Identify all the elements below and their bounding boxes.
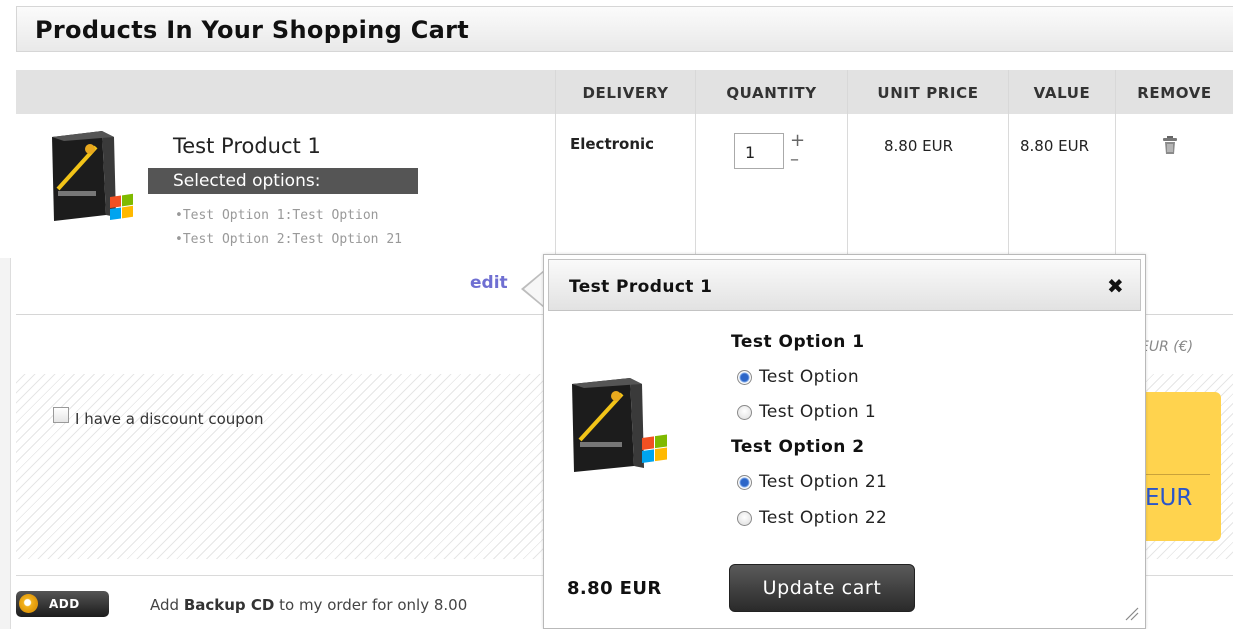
- cart-title-bar: Products In Your Shopping Cart: [16, 6, 1233, 52]
- line-value: 8.80 EUR: [1020, 137, 1090, 155]
- popup-product-image: [566, 376, 672, 480]
- column-header-remove: REMOVE: [1115, 70, 1233, 114]
- radio-label[interactable]: Test Option: [759, 367, 859, 387]
- selected-options-heading: Selected options:: [148, 168, 418, 194]
- unit-price: 8.80 EUR: [884, 137, 954, 155]
- page-edge: [0, 258, 11, 629]
- radio-unselected-icon[interactable]: [737, 405, 752, 420]
- addon-text-suffix: to my order for only 8.00: [274, 596, 468, 614]
- delivery-type: Electronic: [570, 135, 655, 153]
- selected-option-1: •Test Option 1:Test Option: [175, 208, 379, 223]
- edit-options-link[interactable]: edit: [470, 273, 508, 293]
- plus-circle-icon: [19, 594, 38, 613]
- page-title: Products In Your Shopping Cart: [35, 16, 470, 44]
- discount-coupon-checkbox[interactable]: [53, 407, 69, 423]
- column-header-delivery: DELIVERY: [555, 70, 695, 114]
- product-image: [44, 127, 142, 227]
- update-cart-button[interactable]: Update cart: [729, 564, 915, 612]
- popup-title: Test Product 1: [569, 277, 713, 297]
- cart-table-header: DELIVERY QUANTITY UNIT PRICE VALUE REMOV…: [16, 70, 1233, 114]
- add-button-label: ADD: [49, 597, 80, 611]
- radio-label[interactable]: Test Option 1: [759, 402, 876, 422]
- addon-text-prefix: Add: [150, 596, 184, 614]
- quantity-increase-button[interactable]: +: [790, 130, 805, 151]
- radio-selected-icon[interactable]: [737, 475, 752, 490]
- option-group-title-2: Test Option 2: [731, 437, 865, 457]
- add-backup-cd-button[interactable]: ADD: [16, 591, 109, 617]
- column-header-quantity: QUANTITY: [695, 70, 847, 114]
- popup-price: 8.80 EUR: [567, 578, 662, 599]
- popup-header: Test Product 1 ✖: [548, 259, 1141, 311]
- option-group-title-1: Test Option 1: [731, 332, 865, 352]
- currency-note: EUR (€): [1140, 339, 1194, 355]
- close-icon[interactable]: ✖: [1107, 274, 1124, 298]
- selected-option-2: •Test Option 2:Test Option 21: [175, 232, 402, 247]
- discount-coupon-label[interactable]: I have a discount coupon: [75, 410, 263, 428]
- addon-product-name: Backup CD: [183, 596, 275, 614]
- radio-unselected-icon[interactable]: [737, 511, 752, 526]
- order-total-amount: EUR: [1145, 485, 1193, 511]
- column-header-unit-price: UNIT PRICE: [847, 70, 1008, 114]
- trash-icon[interactable]: [1162, 136, 1178, 159]
- column-header-value: VALUE: [1008, 70, 1115, 114]
- quantity-input[interactable]: 1: [734, 133, 784, 169]
- radio-label[interactable]: Test Option 21: [759, 472, 887, 492]
- software-box-icon: [52, 131, 133, 221]
- quantity-decrease-button[interactable]: –: [790, 149, 799, 170]
- popup-pointer-fill: [524, 272, 544, 306]
- product-name: Test Product 1: [173, 134, 321, 158]
- addon-offer-text: Add Backup CD to my order for only 8.00: [150, 596, 467, 614]
- resize-handle-icon[interactable]: [1122, 604, 1140, 626]
- software-box-icon: [572, 378, 667, 472]
- radio-selected-icon[interactable]: [737, 370, 752, 385]
- radio-label[interactable]: Test Option 22: [759, 508, 887, 528]
- total-divider: [1140, 474, 1210, 475]
